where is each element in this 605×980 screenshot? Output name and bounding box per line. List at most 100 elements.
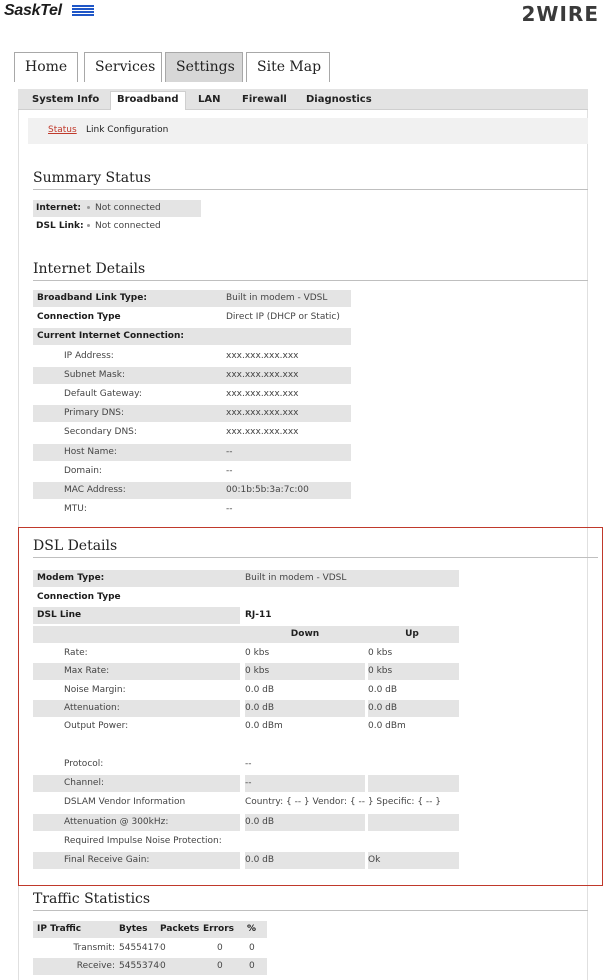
- internet-row-value: xxx.xxx.xxx.xxx: [226, 351, 299, 361]
- summary-dsl-link-value: Not connected: [79, 218, 201, 235]
- tab-settings[interactable]: Settings: [165, 52, 243, 82]
- dsl-header-down: Down: [290, 629, 320, 639]
- dsl-metric-label: Output Power:: [64, 721, 129, 731]
- traffic-header-bytes: Bytes: [119, 924, 148, 934]
- tab-home[interactable]: Home: [14, 52, 78, 82]
- internet-row: MAC Address: 00:1b:5b:3a:7c:00: [33, 482, 351, 499]
- dsl-metric-up: 0.0 dB: [368, 685, 398, 695]
- dsl-metric-row: Rate: 0 kbs 0 kbs: [33, 645, 459, 662]
- dsl-extra-label: Protocol:: [64, 759, 104, 769]
- tab-services[interactable]: Services: [84, 52, 162, 82]
- dsl-extra-down: 0.0 dB: [245, 814, 365, 831]
- dsl-metric-up: 0.0 dBm: [368, 721, 406, 731]
- traffic-row-percent: 0: [249, 943, 255, 953]
- dsl-extra-row: Required Impulse Noise Protection:: [33, 833, 459, 850]
- traffic-row-errors: 0: [217, 943, 223, 953]
- dsl-details-title: DSL Details: [33, 538, 118, 554]
- dsl-line-label: DSL Line: [33, 607, 240, 624]
- subtab-system-info[interactable]: System Info: [26, 92, 105, 107]
- 2wire-logo[interactable]: 2WIRE: [522, 2, 599, 26]
- dsl-extra-down: Country: { -- } Vendor: { -- } Specific:…: [245, 797, 441, 807]
- dsl-metric-label: Rate:: [64, 648, 88, 658]
- traffic-row-headers: IP Traffic Bytes Packets Errors %: [33, 921, 267, 938]
- traffic-row-bytes: 54554176: [119, 943, 160, 953]
- internet-row-value: xxx.xxx.xxx.xxx: [222, 367, 351, 384]
- dsl-row-headers: Down Up: [33, 626, 459, 643]
- dsl-extra-up: [368, 833, 459, 850]
- traffic-row-bytes: 54553740: [119, 958, 160, 975]
- traffic-row-packets: 0: [160, 958, 203, 975]
- dsl-connection-type-label: Connection Type: [37, 592, 121, 602]
- dsl-modem-type-value: Built in modem - VDSL: [245, 573, 347, 583]
- internet-row-label: Current Internet Connection:: [33, 328, 222, 345]
- internet-row-label: MTU:: [64, 504, 87, 514]
- dsl-metric-up: 0.0 dB: [368, 700, 459, 717]
- internet-row-label: MAC Address:: [33, 482, 222, 499]
- dsl-extra-up: [368, 756, 459, 773]
- dsl-extra-up: [368, 775, 459, 792]
- subtab-lan[interactable]: LAN: [192, 92, 226, 107]
- traffic-row-packets: 0: [160, 943, 166, 953]
- internet-row: Secondary DNS: xxx.xxx.xxx.xxx: [33, 424, 351, 441]
- dsl-extra-label: Attenuation @ 300kHz:: [33, 814, 240, 831]
- subtab-firewall[interactable]: Firewall: [236, 92, 293, 107]
- dsl-extra-row: Channel: --: [33, 775, 459, 792]
- internet-row-value: [222, 328, 351, 345]
- internet-row: Default Gateway: xxx.xxx.xxx.xxx: [33, 386, 351, 403]
- sasktel-logo[interactable]: SaskTel: [4, 2, 62, 20]
- internet-row-label: Primary DNS:: [33, 405, 222, 422]
- dsl-extra-down: --: [245, 759, 252, 769]
- dsl-metric-up: 0 kbs: [368, 648, 393, 658]
- dsl-extra-up: [368, 814, 459, 831]
- internet-row: Host Name: --: [33, 444, 351, 461]
- dsl-header-up: Up: [405, 629, 419, 639]
- subtab-broadband[interactable]: Broadband: [110, 91, 186, 110]
- dsl-extra-row: DSLAM Vendor Information Country: { -- } …: [33, 794, 459, 811]
- dsl-row-line: DSL Line RJ-11: [33, 607, 459, 624]
- internet-row-value: xxx.xxx.xxx.xxx: [226, 427, 299, 437]
- traffic-row: Transmit:54554176000: [33, 940, 267, 957]
- tab-site-map[interactable]: Site Map: [246, 52, 330, 82]
- traffic-row-percent: 0: [247, 958, 267, 975]
- traffic-row-label: Receive:: [33, 958, 119, 975]
- dsl-metric-down: 0 kbs: [245, 663, 365, 680]
- internet-row-value: xxx.xxx.xxx.xxx: [226, 389, 299, 399]
- subtab-diagnostics[interactable]: Diagnostics: [300, 92, 378, 107]
- summary-divider: [33, 189, 588, 190]
- summary-internet-value-text: Not connected: [95, 203, 161, 213]
- dsl-extra-label: DSLAM Vendor Information: [64, 797, 186, 807]
- traffic-row-errors: 0: [203, 958, 247, 975]
- traffic-header-percent: %: [247, 924, 257, 934]
- internet-row-label: Default Gateway:: [64, 389, 142, 399]
- sub-nav: System Info Broadband LAN Firewall Diagn…: [18, 89, 588, 110]
- internet-row-value: --: [226, 466, 233, 476]
- dsl-metric-down: 0.0 dB: [245, 700, 365, 717]
- dsl-extra-down: 0.0 dB: [245, 852, 365, 869]
- internet-row: Current Internet Connection:: [33, 328, 351, 345]
- traffic-header-packets: Packets: [160, 924, 200, 934]
- internet-row-label: IP Address:: [64, 351, 114, 361]
- dsl-metric-label: Attenuation:: [33, 700, 240, 717]
- traffic-header-errors: Errors: [203, 924, 235, 934]
- dsl-metric-label: Max Rate:: [33, 663, 240, 680]
- dsl-metric-row: Max Rate: 0 kbs 0 kbs: [33, 663, 459, 680]
- dsl-extra-label: Required Impulse Noise Protection:: [64, 836, 222, 846]
- breadcrumb-status[interactable]: Status: [48, 125, 77, 135]
- dsl-metric-row: Attenuation: 0.0 dB 0.0 dB: [33, 700, 459, 717]
- dsl-metric-row: Noise Margin: 0.0 dB 0.0 dB: [33, 682, 459, 699]
- header: SaskTel 2WIRE: [0, 0, 605, 48]
- internet-row-value: --: [226, 504, 233, 514]
- internet-row-label: Broadband Link Type:: [33, 290, 222, 307]
- internet-row-value: --: [222, 444, 351, 461]
- internet-row-label: Subnet Mask:: [33, 367, 222, 384]
- internet-row-value: Built in modem - VDSL: [222, 290, 351, 307]
- traffic-row-label: Transmit:: [73, 943, 115, 953]
- dsl-row-modem-type: Modem Type: Built in modem - VDSL: [33, 570, 459, 587]
- internet-details-title: Internet Details: [33, 261, 146, 277]
- internet-row: IP Address: xxx.xxx.xxx.xxx: [33, 348, 351, 365]
- internet-row: Broadband Link Type: Built in modem - VDS…: [33, 290, 351, 307]
- breadcrumb-link-configuration[interactable]: Link Configuration: [86, 125, 168, 135]
- dsl-metric-up: 0 kbs: [368, 663, 459, 680]
- summary-status-title: Summary Status: [33, 170, 151, 186]
- dsl-extra-up: Ok: [368, 852, 459, 869]
